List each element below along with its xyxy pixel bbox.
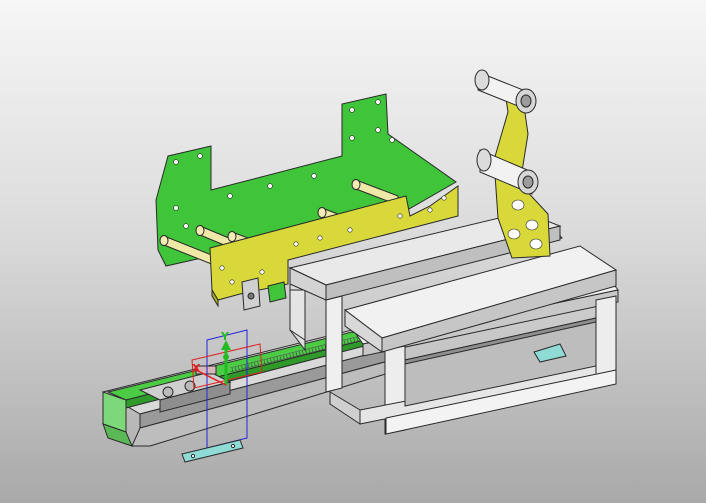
cad-viewport[interactable]: Y X [0,0,706,503]
upper-roller [474,69,537,114]
x-axis-label: X [192,362,201,375]
loose-bracket-plate[interactable] [181,439,244,463]
cad-model-scene[interactable]: Y X [0,0,706,503]
y-axis-label: Y [220,330,230,343]
